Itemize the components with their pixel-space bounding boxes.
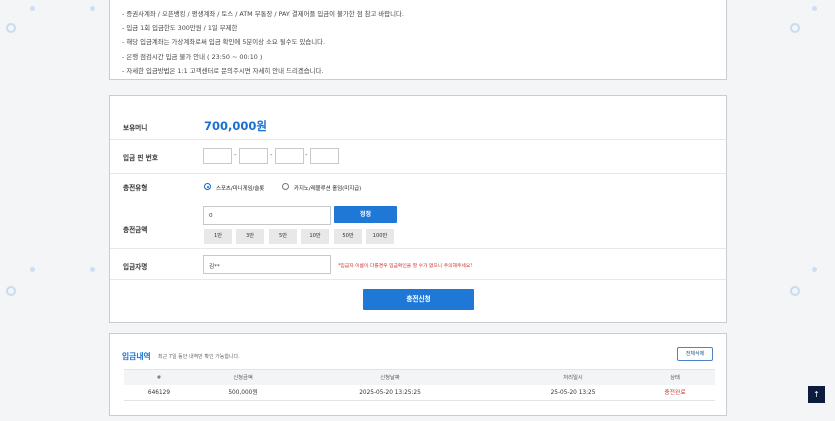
radio-sports-label[interactable]: 스포츠/미니게임/슬롯 [216,184,264,192]
amount-label: 충전금액 [123,226,148,234]
decorative-bubble [90,267,95,272]
table-row: 646129 500,000원 2025-05-20 13:25:25 25-0… [124,385,715,401]
header-id: # [156,375,162,381]
charge-submit-button[interactable]: 충전신청 [363,289,474,310]
header-processed: 처리일시 [563,375,583,381]
radio-casino-label[interactable]: 카지노/레볼루션 홀덤(미지급) [294,184,361,192]
amount-50man-button[interactable]: 50만 [334,229,362,244]
delete-all-button[interactable]: 전체삭제 [677,347,713,361]
amount-3man-button[interactable]: 3만 [236,229,264,244]
history-table-header: # 신청금액 신청날짜 처리일시 상태 [124,369,715,385]
arrow-up-icon: ↑ [813,390,820,399]
decorative-bubble [790,23,800,33]
amount-1man-button[interactable]: 1만 [204,229,232,244]
charge-type-label: 충전유형 [123,184,148,192]
notice-line: - 은행 점검시간 입금 불가 안내 ( 23:50 ~ 00:10 ) [122,52,263,61]
balance-label: 보유머니 [123,124,148,132]
radio-sports[interactable] [204,183,211,190]
history-title: 입금내역 [122,352,151,361]
row-processed: 25-05-20 13:25 [550,390,596,396]
history-subtitle: 최근 7일 동안 내역만 확인 가능합니다. [158,354,240,360]
scroll-top-button[interactable]: ↑ [808,386,825,403]
pin-input-2[interactable] [239,148,268,164]
pin-row: 입금 핀 번호 - - - [110,140,726,174]
amount-row: 충전금액 0 정정 [110,198,726,249]
amount-5man-button[interactable]: 5만 [269,229,297,244]
header-amount: 신청금액 [233,375,253,381]
depositor-input[interactable]: 김** [203,255,331,274]
balance-value: 700,000원 [204,119,267,133]
pin-input-3[interactable] [275,148,304,164]
pin-separator: - [270,151,273,159]
decorative-bubble [6,286,16,296]
notice-line: - 자세한 입금방법은 1:1 고객센터로 문의주시면 자세히 안내 드리겠습니… [122,66,324,75]
row-requested: 2025-05-20 13:25:25 [359,390,421,396]
notice-line: - 해당 입금계좌는 가상계좌로써 입금 확인에 5분이상 소요 될수도 있습니… [122,38,326,47]
deposit-history-panel: 입금내역 최근 7일 동안 내역만 확인 가능합니다. 전체삭제 # 신청금액 … [109,333,727,416]
row-id: 646129 [147,390,171,396]
balance-row: 보유머니 700,000원 [110,96,726,140]
row-status: 충전완료 [664,390,686,396]
row-amount: 500,000원 [228,390,258,396]
amount-10man-button[interactable]: 10만 [301,229,329,244]
decorative-bubble [90,6,95,11]
charge-type-row: 충전유형 스포츠/미니게임/슬롯 카지노/레볼루션 홀덤(미지급) [110,174,726,198]
pin-input-4[interactable] [310,148,339,164]
depositor-row: 입금자명 김** *입금자 이름이 다를경우 입금확인을 할 수가 없으니 주의… [110,249,726,280]
decorative-bubble [812,267,817,272]
deposit-form-panel: 보유머니 700,000원 입금 핀 번호 - - - 충전유형 스포츠/미니게… [109,95,727,323]
decorative-bubble [790,286,800,296]
deposit-notice-panel: - 증권사계좌 / 오픈뱅킹 / 평생계좌 / 토스 / ATM 무통장 / P… [109,0,727,80]
amount-input[interactable]: 0 [203,206,331,225]
notice-line: - 증권사계좌 / 오픈뱅킹 / 평생계좌 / 토스 / ATM 무통장 / P… [122,10,404,18]
pin-separator: - [305,151,308,159]
header-status: 상태 [670,375,680,381]
radio-casino[interactable] [282,183,289,190]
reset-amount-button[interactable]: 정정 [334,206,397,223]
pin-label: 입금 핀 번호 [123,154,158,162]
notice-list: - 증권사계좌 / 오픈뱅킹 / 평생계좌 / 토스 / ATM 무통장 / P… [122,7,726,78]
pin-separator: - [234,151,237,159]
notice-line: - 입금 1회 입금한도 300만원 / 1일 무제한 [122,24,238,33]
depositor-warning: *입금자 이름이 다를경우 입금확인을 할 수가 없으니 주의해주세요! [338,264,473,269]
depositor-label: 입금자명 [123,263,148,271]
pin-input-1[interactable] [203,148,232,164]
decorative-bubble [30,6,35,11]
decorative-bubble [6,23,16,33]
amount-100man-button[interactable]: 100만 [366,229,394,244]
header-requested: 신청날짜 [380,375,400,381]
decorative-bubble [812,6,817,11]
decorative-bubble [30,267,35,272]
